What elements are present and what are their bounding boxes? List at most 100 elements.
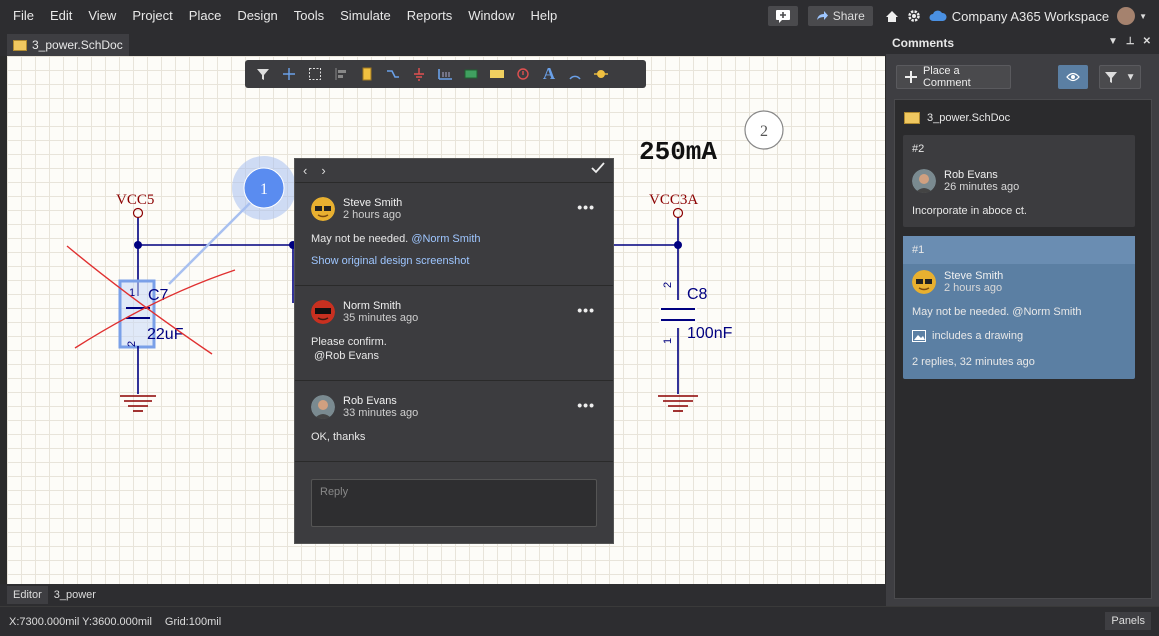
reply-count: 2 replies, 32 minutes ago [912, 356, 1035, 368]
ground-symbol [120, 395, 156, 412]
align-icon[interactable] [329, 63, 353, 85]
visibility-toggle[interactable] [1058, 65, 1088, 89]
chevron-down-icon[interactable]: ▼ [1139, 12, 1147, 21]
menu-help[interactable]: Help [523, 0, 566, 32]
panel-menu-icon[interactable]: ▼ [1108, 36, 1118, 47]
list-document-header: 3_power.SchDoc [895, 100, 1151, 124]
pin-icon[interactable]: ⊥ [1126, 36, 1135, 47]
chevron-down-icon: ▼ [1125, 71, 1136, 83]
bus-icon[interactable] [433, 63, 457, 85]
status-bar: X:7300.000mil Y:3600.000mil Grid:100mil … [0, 606, 1159, 636]
menu-edit[interactable]: Edit [42, 0, 80, 32]
share-button[interactable]: Share [807, 6, 873, 26]
comment-author: Steve Smith [343, 197, 403, 209]
add-comment-button[interactable] [767, 6, 798, 26]
drawing-attachment[interactable]: includes a drawing [903, 318, 1135, 342]
comment-author: Rob Evans [944, 169, 998, 181]
tab-3-power-schdoc[interactable]: 3_power.SchDoc [7, 34, 129, 56]
panels-button[interactable]: Panels [1105, 612, 1151, 630]
arc-icon[interactable] [563, 63, 587, 85]
menu-place[interactable]: Place [181, 0, 230, 32]
text-icon[interactable]: A [537, 63, 561, 85]
user-avatar[interactable] [1117, 7, 1136, 25]
avatar [311, 395, 335, 419]
menu-project[interactable]: Project [124, 0, 180, 32]
close-icon[interactable]: ✕ [1143, 36, 1151, 47]
filter-dropdown[interactable]: ▼ [1099, 65, 1141, 89]
menu-reports[interactable]: Reports [399, 0, 461, 32]
comment-time: 26 minutes ago [944, 181, 1020, 193]
mention-link[interactable]: @Rob Evans [311, 350, 597, 362]
tab-editor[interactable]: Editor [7, 586, 48, 604]
mention-link[interactable]: @Norm Smith [411, 233, 480, 245]
panel-header: Comments ▼ ⊥ ✕ [886, 32, 1159, 54]
comment-time: 2 hours ago [944, 282, 1003, 294]
vcc3a-port [672, 207, 684, 219]
harness-icon[interactable] [589, 63, 613, 85]
schematic-canvas[interactable]: VCC5 C7 22uF 1 2 1 VCC3A C8 100nF 2 1 25… [7, 56, 885, 584]
home-icon[interactable] [881, 5, 903, 27]
thread-comment: Rob Evans 33 minutes ago ••• OK, thanks [295, 381, 613, 462]
comment-plus-icon [775, 10, 790, 23]
marker-2-number: 2 [760, 123, 768, 140]
editor-tabs: Editor 3_power [0, 584, 886, 606]
menu-simulate[interactable]: Simulate [332, 0, 399, 32]
menu-window[interactable]: Window [460, 0, 522, 32]
comment-number: #2 [912, 143, 925, 155]
c8-pin1: 1 [662, 338, 674, 344]
resolve-check-icon[interactable] [591, 162, 605, 174]
more-options-icon[interactable]: ••• [577, 302, 595, 318]
list-document-name: 3_power.SchDoc [927, 112, 1011, 124]
more-options-icon[interactable]: ••• [577, 397, 595, 413]
prev-thread-icon[interactable]: ‹ [303, 163, 307, 178]
filter-icon[interactable] [251, 63, 275, 85]
sheet-symbol-icon[interactable] [459, 63, 483, 85]
thread-comment: Norm Smith 35 minutes ago ••• Please con… [295, 286, 613, 381]
share-label: Share [832, 9, 865, 23]
comment-card-active[interactable]: #1 Steve Smith 2 hours ago May not be ne… [903, 236, 1135, 379]
place-comment-button[interactable]: Place a Comment [896, 65, 1011, 89]
grid-size: Grid:100mil [164, 615, 222, 628]
menu-file[interactable]: File [0, 0, 42, 32]
workspace-selector[interactable]: Company A365 Workspace [925, 9, 1117, 24]
document-tabs: 3_power.SchDoc [0, 32, 886, 56]
comment-time: 33 minutes ago [343, 407, 419, 419]
more-options-icon[interactable]: ••• [577, 199, 595, 215]
comments-list: 3_power.SchDoc #2 Rob Evans 26 minutes a… [894, 99, 1152, 599]
crosshair-icon[interactable] [277, 63, 301, 85]
menu-tools[interactable]: Tools [286, 0, 332, 32]
tab-3-power[interactable]: 3_power [48, 586, 102, 604]
reply-input[interactable]: Reply [311, 479, 597, 527]
c7-pin2: 2 [126, 341, 138, 347]
menu-design[interactable]: Design [229, 0, 285, 32]
share-icon [816, 11, 828, 20]
comment-text: Please confirm. [311, 336, 387, 348]
directive-icon[interactable] [485, 63, 509, 85]
avatar [311, 197, 335, 221]
probe-icon[interactable] [511, 63, 535, 85]
c8-gap [659, 300, 697, 328]
gear-icon[interactable] [903, 5, 925, 27]
junction-dot [134, 241, 142, 249]
eye-icon [1066, 72, 1080, 82]
marker-1-number: 1 [260, 181, 268, 198]
comment-time: 35 minutes ago [343, 312, 419, 324]
filter-icon [1104, 72, 1117, 83]
comment-author: Steve Smith [944, 270, 1004, 282]
c8-pin2: 2 [662, 282, 674, 288]
plus-icon [905, 71, 917, 83]
cloud-icon [929, 10, 947, 21]
workspace-name: Company A365 Workspace [951, 8, 1110, 24]
power-port-icon[interactable] [407, 63, 431, 85]
show-screenshot-link[interactable]: Show original design screenshot [311, 255, 597, 267]
avatar [912, 169, 936, 193]
comment-card[interactable]: #2 Rob Evans 26 minutes ago Incorporate … [903, 135, 1135, 227]
schematic-doc-icon [904, 112, 920, 124]
next-thread-icon[interactable]: › [321, 163, 325, 178]
menu-bar: File Edit View Project Place Design Tool… [0, 0, 1159, 32]
component-icon[interactable] [355, 63, 379, 85]
wire-icon[interactable] [381, 63, 405, 85]
menu-view[interactable]: View [80, 0, 124, 32]
vcc3a-label: VCC3A [649, 192, 698, 208]
select-rect-icon[interactable] [303, 63, 327, 85]
